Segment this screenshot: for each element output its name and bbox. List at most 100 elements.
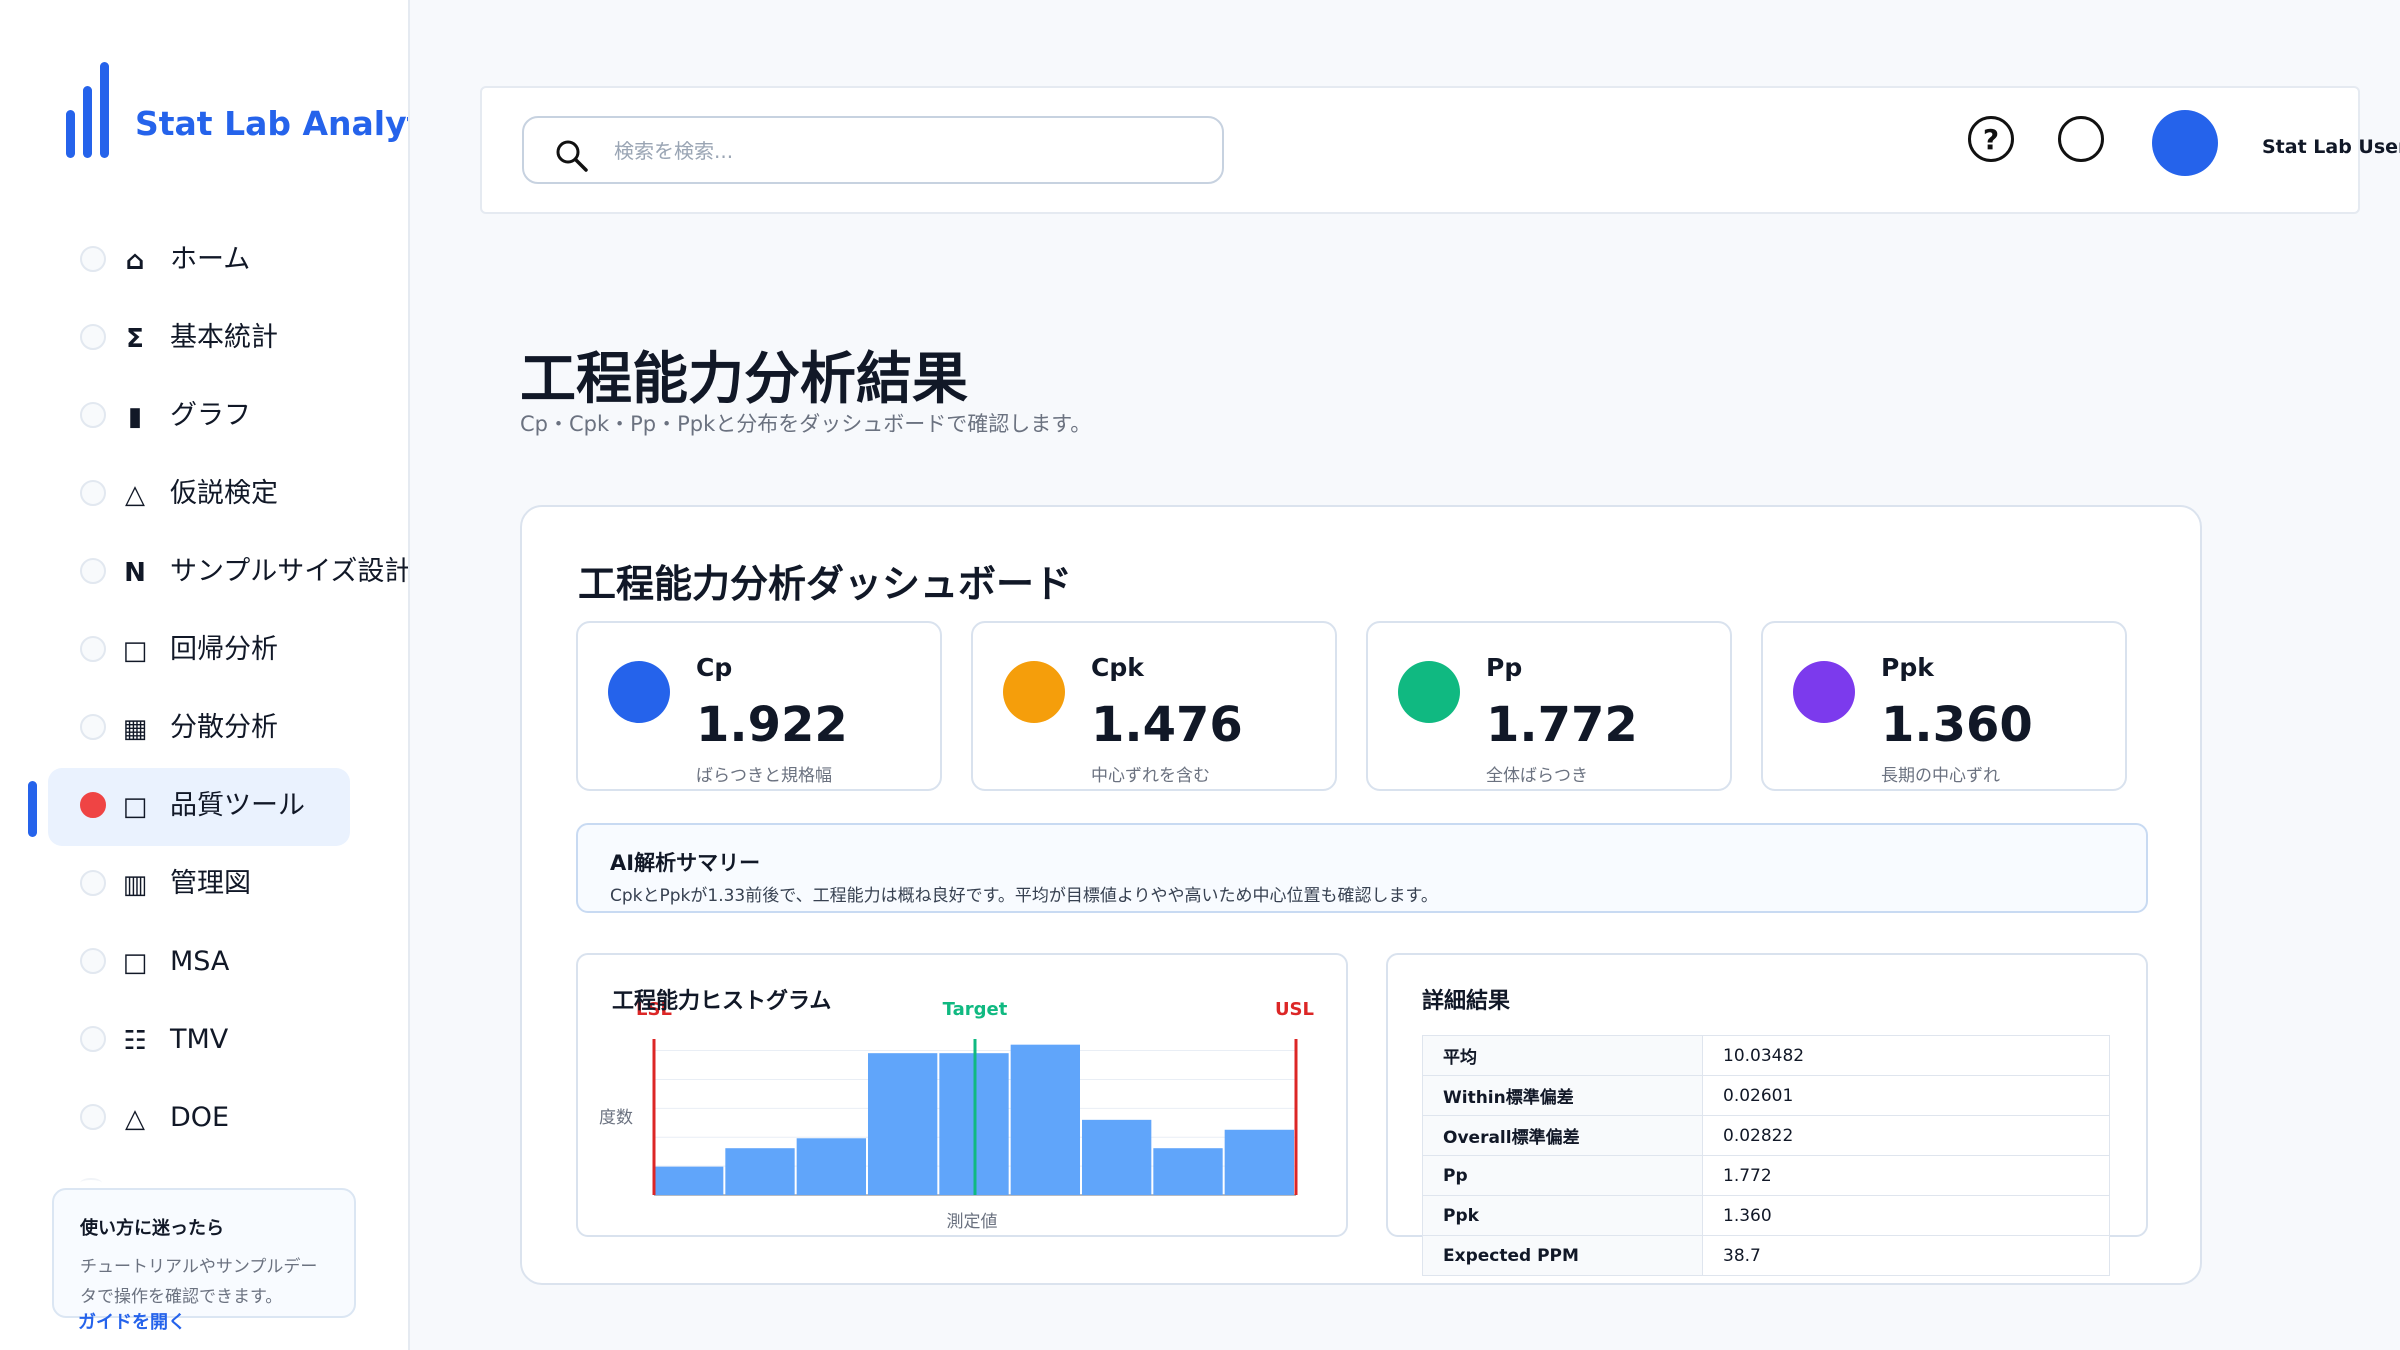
detail-value: 1.772 xyxy=(1702,1155,2110,1196)
kpi-card-pp: Pp 1.772 全体ばらつき xyxy=(1366,621,1732,791)
detail-value: 0.02601 xyxy=(1702,1075,2110,1116)
sidebar-item-10[interactable]: ☷ TMV xyxy=(48,1002,350,1080)
histogram-bar xyxy=(1082,1119,1152,1195)
spec-label-usl: USL xyxy=(1275,999,1314,1020)
sidebar: Stat Lab Analytics ⌂ ホーム Σ 基本統計 ▮ グラフ △ 仮説検定 N サン… xyxy=(0,0,410,1350)
status-dot xyxy=(80,246,106,272)
help-card-body: チュートリアルやサンプルデータで操作を確認できます。 xyxy=(80,1257,318,1307)
detail-key: Ppk xyxy=(1422,1195,1703,1236)
histogram-bar xyxy=(725,1148,795,1195)
status-dot xyxy=(80,1104,106,1130)
sidebar-item-label: グラフ xyxy=(170,400,251,431)
sidebar-item-7[interactable]: □ 品質ツール xyxy=(48,768,350,846)
square-icon: □ xyxy=(122,636,148,666)
kpi-name: Pp xyxy=(1486,653,1523,682)
triangle-icon: △ xyxy=(125,1104,145,1134)
logo-bars-icon xyxy=(66,62,110,158)
status-dot xyxy=(80,324,106,350)
detail-key: Within標準偏差 xyxy=(1422,1075,1703,1116)
table-row: Expected PPM 38.7 xyxy=(1422,1235,2110,1276)
status-dot xyxy=(80,480,106,506)
grid-icon: ▦ xyxy=(122,714,148,744)
kpi-description: 長期の中心ずれ xyxy=(1881,766,2000,786)
sidebar-item-0[interactable]: ⌂ ホーム xyxy=(48,222,350,300)
status-dot xyxy=(80,636,106,662)
detail-value: 10.03482 xyxy=(1702,1035,2110,1076)
help-card: 使い方に迷ったら チュートリアルやサンプルデータで操作を確認できます。 xyxy=(52,1188,356,1318)
dashboard-title: 工程能力分析ダッシュボード xyxy=(578,562,1073,606)
status-dot xyxy=(80,870,106,896)
sidebar-item-11[interactable]: △ DOE xyxy=(48,1080,350,1158)
detail-table: 平均 10.03482 Within標準偏差 0.02601 Overall標準偏差 0.… xyxy=(1422,1035,2110,1276)
x-axis-label: 測定値 xyxy=(947,1212,998,1232)
search-box[interactable] xyxy=(522,116,1224,184)
open-guide-link[interactable]: ガイドを開く xyxy=(78,1308,186,1334)
sidebar-item-9[interactable]: □ MSA xyxy=(48,924,350,1002)
histogram-panel: LSL Target USL 度数 測定値 工程能力ヒストグラム xyxy=(576,953,1348,1237)
detail-key: Expected PPM xyxy=(1422,1235,1703,1276)
detail-key: Pp xyxy=(1422,1155,1703,1196)
detail-value: 1.360 xyxy=(1702,1195,2110,1236)
sidebar-item-4[interactable]: N サンプルサイズ設計 xyxy=(48,534,408,612)
kpi-dot-icon xyxy=(608,661,670,723)
chart-icon: ▥ xyxy=(122,870,148,900)
status-dot xyxy=(80,1026,106,1052)
kpi-value: 1.476 xyxy=(1091,697,1243,753)
kpi-dot-icon xyxy=(1793,661,1855,723)
sidebar-item-label: 管理図 xyxy=(170,868,251,899)
sidebar-item-label: TMV xyxy=(170,1024,229,1055)
histogram-bar xyxy=(1153,1148,1223,1195)
detail-key: Overall標準偏差 xyxy=(1422,1115,1703,1156)
sidebar-item-2[interactable]: ▮ グラフ xyxy=(48,378,350,456)
sidebar-item-1[interactable]: Σ 基本統計 xyxy=(48,300,350,378)
sidebar-item-8[interactable]: ▥ 管理図 xyxy=(48,846,350,924)
detail-value: 38.7 xyxy=(1702,1235,2110,1276)
status-dot xyxy=(80,402,106,428)
spec-label-target: Target xyxy=(943,999,1008,1020)
kpi-description: 全体ばらつき xyxy=(1486,766,1588,786)
capability-dashboard: 工程能力分析ダッシュボード Cp 1.922 ばらつきと規格幅 Cpk 1.47… xyxy=(520,505,2202,1285)
sigma-icon: Σ xyxy=(126,324,144,354)
status-dot xyxy=(80,948,106,974)
kpi-dot-icon xyxy=(1398,661,1460,723)
kpi-card-ppk: Ppk 1.360 長期の中心ずれ xyxy=(1761,621,2127,791)
kpi-name: Cpk xyxy=(1091,653,1144,682)
top-bar: ? Stat Lab User xyxy=(480,86,2400,214)
avatar[interactable] xyxy=(2152,110,2218,176)
list-icon: ☷ xyxy=(123,1026,147,1056)
app-root: Stat Lab Analytics ⌂ ホーム Σ 基本統計 ▮ グラフ △ 仮説検定 N サン… xyxy=(0,0,2400,1350)
table-row: Overall標準偏差 0.02822 xyxy=(1422,1115,2110,1156)
help-card-title: 使い方に迷ったら xyxy=(80,1218,224,1239)
notification-icon[interactable] xyxy=(2058,116,2104,162)
search-input[interactable] xyxy=(614,132,1194,170)
user-name[interactable]: Stat Lab User xyxy=(2262,136,2400,158)
kpi-name: Cp xyxy=(696,653,733,682)
kpi-name: Ppk xyxy=(1881,653,1934,682)
histogram-bar xyxy=(1224,1129,1294,1195)
detail-value: 0.02822 xyxy=(1702,1115,2110,1156)
kpi-card-cpk: Cpk 1.476 中心ずれを含む xyxy=(971,621,1337,791)
sidebar-item-label: 品質ツール xyxy=(170,790,305,821)
sidebar-item-6[interactable]: ▦ 分散分析 xyxy=(48,690,350,768)
status-dot xyxy=(80,792,106,818)
status-dot xyxy=(80,558,106,584)
kpi-card-cp: Cp 1.922 ばらつきと規格幅 xyxy=(576,621,942,791)
active-nav-marker xyxy=(28,781,37,837)
histogram-bar xyxy=(1010,1044,1080,1195)
kpi-description: ばらつきと規格幅 xyxy=(696,766,832,786)
sidebar-item-label: 回帰分析 xyxy=(170,634,278,665)
help-icon[interactable]: ? xyxy=(1968,116,2014,162)
triangle-icon: △ xyxy=(125,480,145,510)
kpi-value: 1.360 xyxy=(1881,697,2033,753)
sidebar-item-5[interactable]: □ 回帰分析 xyxy=(48,612,350,690)
kpi-dot-icon xyxy=(1003,661,1065,723)
kpi-value: 1.772 xyxy=(1486,697,1638,753)
table-row: Ppk 1.360 xyxy=(1422,1195,2110,1236)
table-row: 平均 10.03482 xyxy=(1422,1035,2110,1076)
sidebar-item-label: ホーム xyxy=(170,244,251,275)
sidebar-item-3[interactable]: △ 仮説検定 xyxy=(48,456,350,534)
ai-summary: AI解析サマリー CpkとPpkが1.33前後で、工程能力は概ね良好です。平均が… xyxy=(576,823,2148,913)
detail-title: 詳細結果 xyxy=(1422,989,1511,1014)
brand-logo[interactable] xyxy=(66,62,110,158)
square-icon: □ xyxy=(122,948,148,978)
